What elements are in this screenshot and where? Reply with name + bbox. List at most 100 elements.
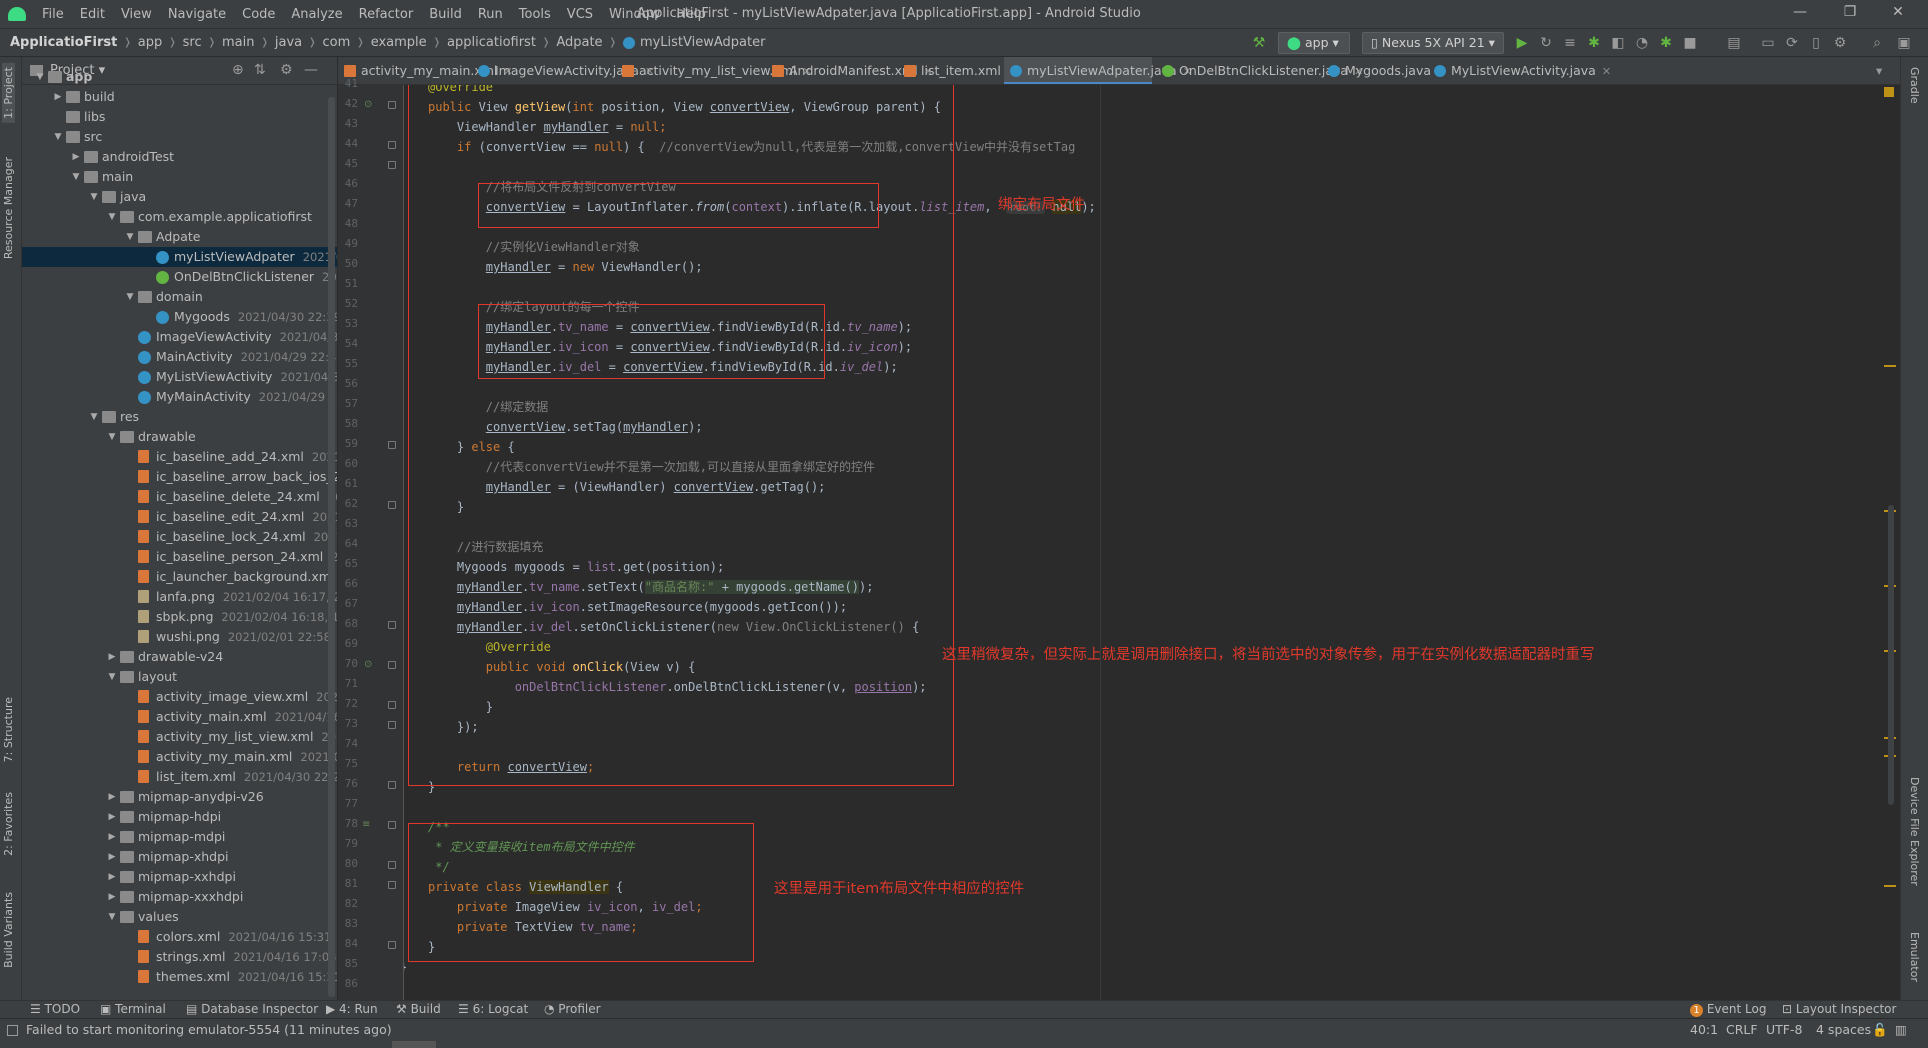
menu-file[interactable]: File	[34, 7, 72, 22]
tree-item[interactable]: sbpk.png 2021/02/04 16:18, 1	[22, 607, 337, 627]
tree-item[interactable]: ▶ mipmap-anydpi-v26	[22, 787, 337, 807]
profile-icon[interactable]: ◔	[1633, 34, 1651, 52]
breadcrumb-java[interactable]: java	[275, 35, 302, 50]
tree-item[interactable]: MyMainActivity 2021/04/29 23	[22, 387, 337, 407]
expanded-arrow-icon[interactable]: ▼	[124, 287, 136, 307]
menu-navigate[interactable]: Navigate	[160, 7, 234, 22]
tree-item[interactable]: ▼ values	[22, 907, 337, 927]
make-project-icon[interactable]: ⚒	[1250, 34, 1268, 52]
tree-item[interactable]: colors.xml2021/04/16 15:31, 38	[22, 927, 337, 947]
project-structure-icon[interactable]: ▤	[1725, 34, 1743, 52]
expanded-arrow-icon[interactable]: ▼	[70, 167, 82, 187]
rerun-icon[interactable]: ↻	[1537, 34, 1555, 52]
layout-inspector-tab[interactable]: ⊡ Layout Inspector	[1782, 1002, 1896, 1016]
emulator-tab[interactable]: Emulator	[1908, 932, 1921, 982]
stop-icon[interactable]: ■	[1681, 34, 1699, 52]
fold-marker-icon[interactable]	[388, 881, 396, 889]
error-stripe[interactable]	[1882, 85, 1900, 1018]
gradle-tab[interactable]: Gradle	[1908, 67, 1921, 104]
tree-item[interactable]: ▶ build	[22, 87, 337, 107]
expanded-arrow-icon[interactable]: ▼	[106, 427, 118, 447]
avd-manager-icon[interactable]: ▯	[1807, 34, 1825, 52]
fold-marker-icon[interactable]	[388, 101, 396, 109]
collapsed-arrow-icon[interactable]: ▶	[106, 647, 118, 667]
terminal-tab[interactable]: ▣ Terminal	[100, 1002, 166, 1016]
logcat-tab[interactable]: ☰ 6: Logcat	[458, 1002, 528, 1016]
status-message[interactable]: Failed to start monitoring emulator-5554…	[26, 1022, 392, 1037]
tree-item[interactable]: ic_baseline_add_24.xml2021/0	[22, 447, 337, 467]
tree-item[interactable]: ▼ com.example.applicatiofirst	[22, 207, 337, 227]
tree-item[interactable]: ▼ src	[22, 127, 337, 147]
device-dropdown[interactable]: ▯ Nexus 5X API 21 ▾	[1362, 32, 1504, 54]
menu-analyze[interactable]: Analyze	[283, 7, 350, 22]
tree-item[interactable]: wushi.png 2021/02/01 22:58, 2	[22, 627, 337, 647]
tree-item[interactable]: ▶ mipmap-xxhdpi	[22, 867, 337, 887]
breadcrumb-com[interactable]: com	[323, 35, 351, 50]
fold-marker-icon[interactable]	[388, 861, 396, 869]
expanded-arrow-icon[interactable]: ▼	[106, 667, 118, 687]
file-encoding[interactable]: UTF-8	[1766, 1022, 1802, 1037]
editor-tab[interactable]: ImageViewActivity.java ✕	[472, 57, 654, 84]
expanded-arrow-icon[interactable]: ▼	[88, 187, 100, 207]
editor-tab[interactable]: MyListViewActivity.java ✕	[1428, 57, 1611, 84]
tree-scrollbar[interactable]	[328, 97, 335, 997]
expanded-arrow-icon[interactable]: ▼	[88, 407, 100, 427]
horizontal-scrollbar-thumb[interactable]	[392, 1041, 436, 1048]
minimize-button[interactable]: —	[1780, 4, 1820, 20]
tree-item[interactable]: ic_baseline_delete_24.xml202	[22, 487, 337, 507]
tree-item[interactable]: ▶ mipmap-hdpi	[22, 807, 337, 827]
tree-item[interactable]: activity_main.xml2021/04/16 2	[22, 707, 337, 727]
expanded-arrow-icon[interactable]: ▼	[106, 907, 118, 927]
todo-tab[interactable]: ☰ TODO	[30, 1002, 80, 1016]
coverage-icon[interactable]: ◧	[1609, 34, 1627, 52]
tree-item[interactable]: myListViewAdpater2021/0	[22, 247, 337, 267]
profiler-tab[interactable]: ◔ Profiler	[544, 1002, 601, 1016]
menu-run[interactable]: Run	[470, 7, 511, 22]
tree-item[interactable]: ▼ java	[22, 187, 337, 207]
tree-item[interactable]: ▶ mipmap-xhdpi	[22, 847, 337, 867]
tree-item[interactable]: ▼ res	[22, 407, 337, 427]
run-config-dropdown[interactable]: ⬤ app ▾	[1278, 32, 1350, 54]
layout-inspector-icon[interactable]: ⚙	[1831, 34, 1849, 52]
lock-icon[interactable]: 🔓	[1872, 1022, 1888, 1038]
collapsed-arrow-icon[interactable]: ▶	[106, 847, 118, 867]
tree-item[interactable]: ▶ mipmap-mdpi	[22, 827, 337, 847]
run-icon[interactable]: ▶	[1513, 34, 1531, 52]
breadcrumb-applicatiofirst[interactable]: applicatiofirst	[447, 35, 536, 50]
database-inspector-tab[interactable]: ▤ Database Inspector	[186, 1002, 318, 1016]
warning-marker[interactable]	[1884, 365, 1896, 367]
menu-refactor[interactable]: Refactor	[351, 7, 422, 22]
tree-item[interactable]: ▼ app	[22, 67, 337, 87]
account-icon[interactable]: ▣	[1895, 34, 1913, 52]
editor-tab[interactable]: Mygoods.java✕	[1322, 57, 1446, 84]
build-tab[interactable]: ⚒ Build	[396, 1002, 441, 1016]
breadcrumb-app[interactable]: app	[138, 35, 162, 50]
menu-build[interactable]: Build	[421, 7, 470, 22]
status-toggle-icon[interactable]	[7, 1025, 18, 1036]
fold-marker-icon[interactable]	[388, 141, 396, 149]
editor-tab[interactable]: OnDelBtnClickListener.java ✕	[1156, 57, 1363, 84]
collapsed-arrow-icon[interactable]: ▶	[106, 827, 118, 847]
fold-marker-icon[interactable]	[388, 661, 396, 669]
code-editor[interactable]: @Override public View getView(int positi…	[404, 85, 1900, 1018]
resource-manager-tab[interactable]: Resource Manager	[2, 157, 15, 259]
expanded-arrow-icon[interactable]: ▼	[106, 207, 118, 227]
override-marker-icon[interactable]: ⊙	[364, 99, 372, 110]
tree-item[interactable]: libs	[22, 107, 337, 127]
fold-marker-icon[interactable]	[388, 701, 396, 709]
tree-item[interactable]: ▶ drawable-v24	[22, 647, 337, 667]
editor-tab[interactable]: AndroidManifest.xml ✕	[766, 57, 933, 84]
tree-item[interactable]: lanfa.png 2021/02/04 16:17, 2	[22, 587, 337, 607]
collapsed-arrow-icon[interactable]: ▶	[106, 787, 118, 807]
menu-edit[interactable]: Edit	[72, 7, 113, 22]
indent-setting[interactable]: 4 spaces	[1816, 1022, 1871, 1037]
breadcrumb-file[interactable]: myListViewAdpater	[640, 35, 766, 50]
menu-view[interactable]: View	[113, 7, 160, 22]
fold-marker-icon[interactable]	[388, 721, 396, 729]
expanded-arrow-icon[interactable]: ▼	[124, 227, 136, 247]
menu-vcs[interactable]: VCS	[559, 7, 601, 22]
structure-tab[interactable]: 7: Structure	[2, 697, 15, 762]
editor-tab[interactable]: list_item.xml✕	[898, 57, 1016, 84]
fold-marker-icon[interactable]	[388, 821, 396, 829]
apply-changes-icon[interactable]: ≡	[1561, 34, 1579, 52]
